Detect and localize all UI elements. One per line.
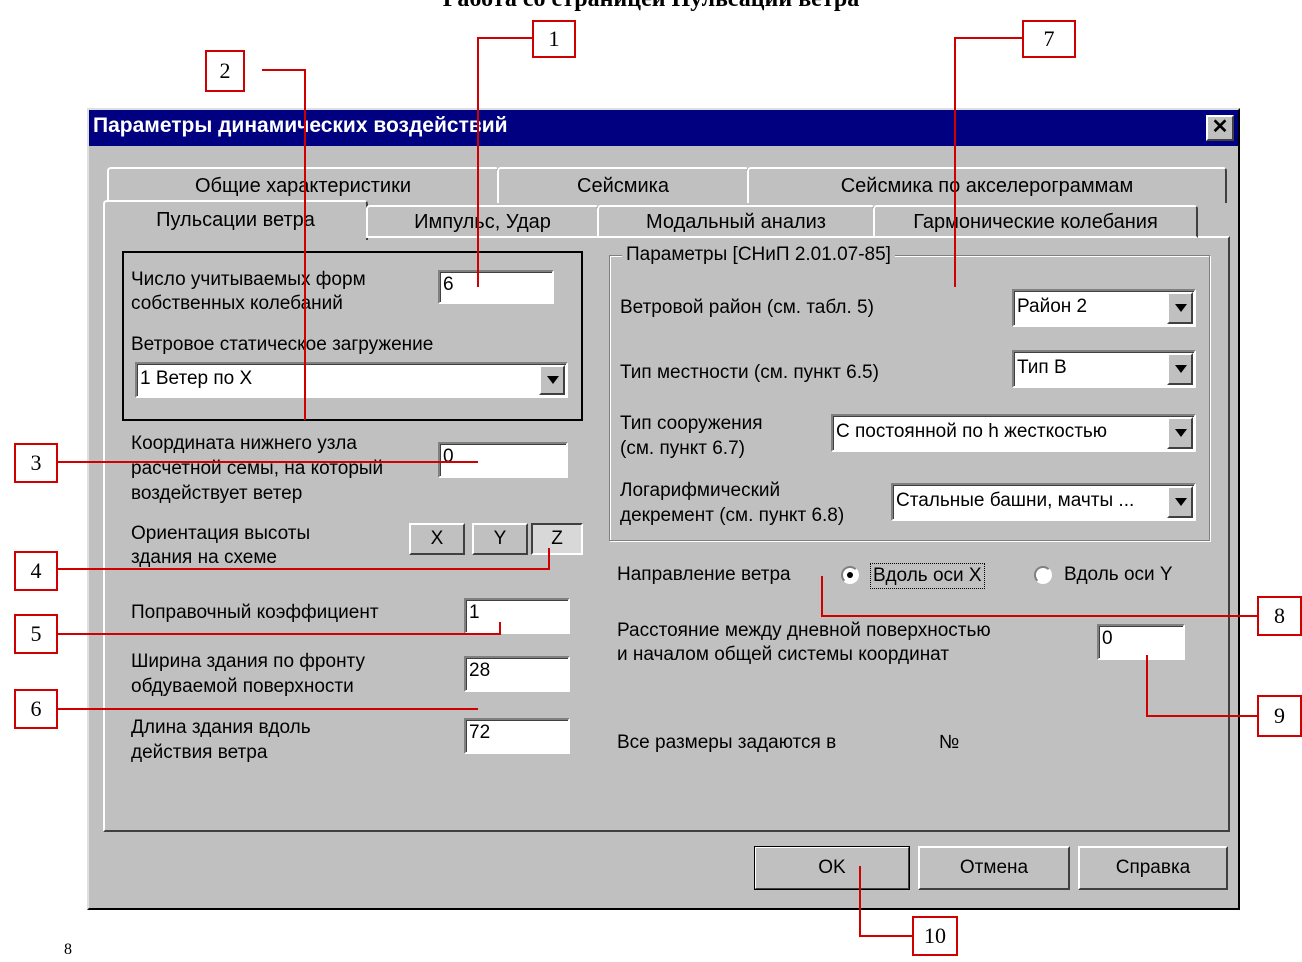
callout-1: 1 (532, 20, 576, 58)
callout-10: 10 (912, 916, 958, 956)
callout-2: 2 (205, 50, 245, 92)
callout-5: 5 (14, 614, 58, 654)
callout-7: 7 (1022, 20, 1076, 58)
callout-3: 3 (14, 443, 58, 483)
callout-4: 4 (14, 551, 58, 591)
callout-8: 8 (1257, 596, 1302, 636)
callout-6: 6 (14, 689, 58, 729)
callout-9: 9 (1257, 695, 1302, 737)
footer-mark: 8 (64, 941, 72, 958)
callout-leader-lines (58, 37, 1257, 937)
